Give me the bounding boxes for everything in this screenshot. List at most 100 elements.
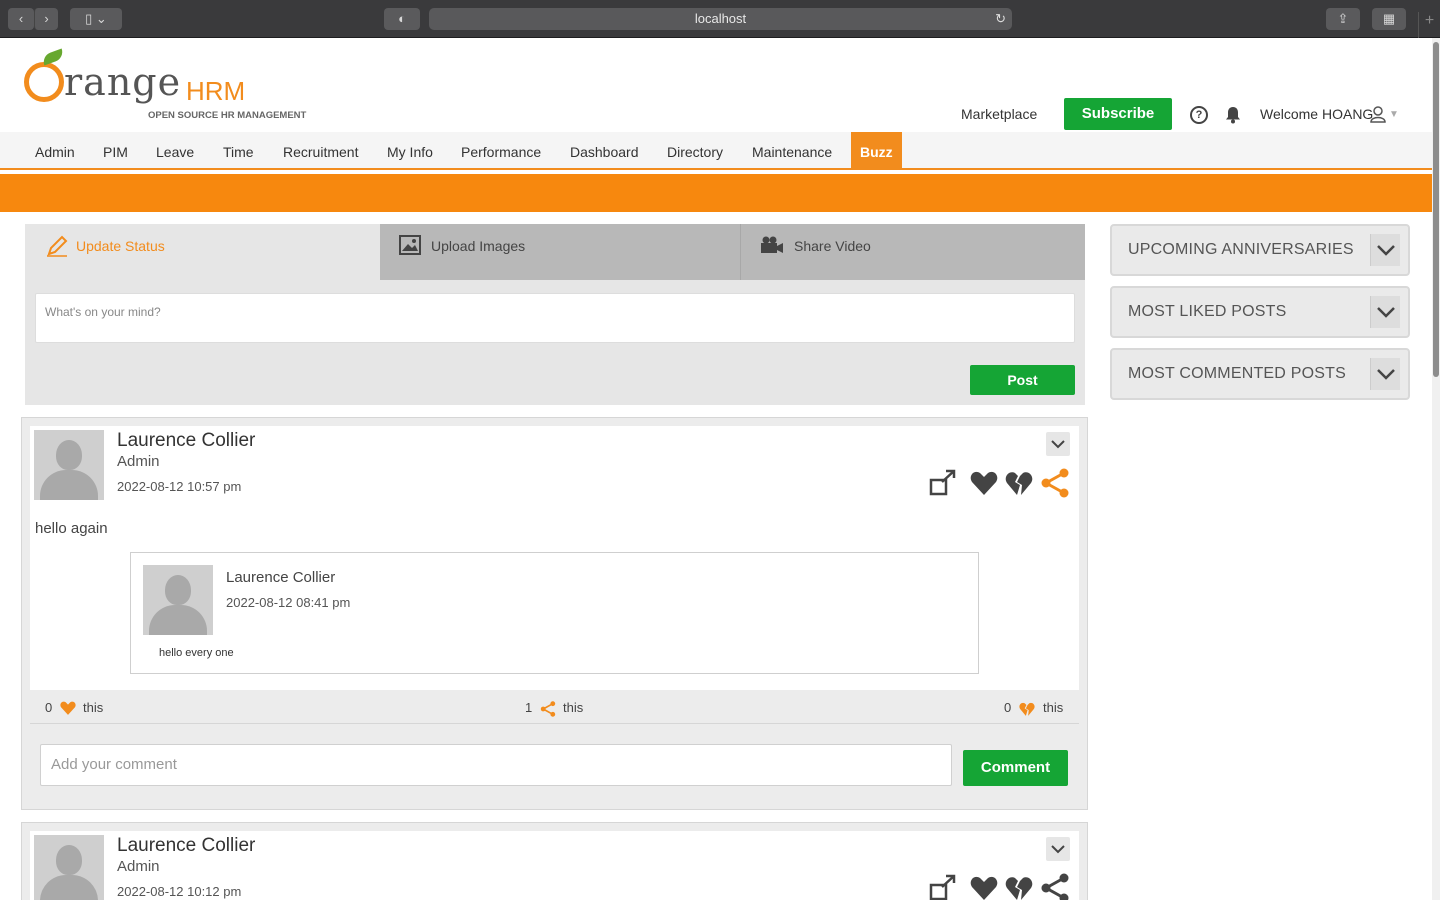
dislike-count: 0: [1004, 700, 1012, 715]
post-options-chevron-icon[interactable]: [1046, 837, 1070, 861]
post-card: Laurence Collier Admin 2022-08-12 10:57 …: [21, 417, 1088, 810]
scrollbar-thumb[interactable]: [1433, 42, 1439, 377]
widget-upcoming-anniversaries[interactable]: UPCOMING ANNIVERSARIES: [1110, 224, 1410, 276]
menu-time[interactable]: Time: [223, 144, 254, 160]
tab-upload-images[interactable]: Upload Images: [380, 224, 740, 280]
post-content: Laurence Collier Admin 2022-08-12 10:12 …: [30, 831, 1079, 900]
avatar[interactable]: [34, 430, 104, 500]
unlike-broken-heart-icon[interactable]: [1005, 875, 1033, 900]
dislike-small-icon[interactable]: [1019, 701, 1035, 717]
comment-input[interactable]: Add your comment: [40, 744, 952, 786]
post-options-chevron-icon[interactable]: [1046, 432, 1070, 456]
menu-recruitment[interactable]: Recruitment: [283, 144, 358, 160]
menu-dashboard[interactable]: Dashboard: [570, 144, 639, 160]
post-content: Laurence Collier Admin 2022-08-12 10:57 …: [30, 426, 1079, 690]
sidebar-toggle-button[interactable]: ▯ ⌄: [70, 8, 122, 30]
share-post-icon[interactable]: [928, 873, 958, 900]
url-text: localhost: [694, 11, 747, 26]
buzz-composer: Update Status Upload Images Share Video: [25, 224, 1085, 405]
chevron-down-icon[interactable]: [1370, 358, 1400, 390]
share-post-icon[interactable]: [928, 468, 958, 498]
avatar[interactable]: [34, 835, 104, 900]
logo-word: range: [64, 60, 182, 104]
share-count: 1: [525, 700, 533, 715]
status-input[interactable]: What's on your mind?: [35, 293, 1075, 343]
tab-upload-images-label: Upload Images: [431, 238, 526, 254]
unlike-broken-heart-icon[interactable]: [1005, 470, 1033, 496]
like-heart-small-icon[interactable]: [60, 700, 76, 716]
menu-pim[interactable]: PIM: [103, 144, 128, 160]
post-author[interactable]: Laurence Collier: [117, 835, 255, 857]
chevron-down-icon[interactable]: [1370, 234, 1400, 266]
avatar[interactable]: [143, 565, 213, 635]
help-icon[interactable]: ?: [1190, 106, 1208, 124]
back-button[interactable]: ‹: [8, 8, 34, 30]
divider: [30, 723, 1079, 724]
like-count: 0: [45, 700, 53, 715]
orangehrm-logo[interactable]: range HRM OPEN SOURCE HR MANAGEMENT: [24, 48, 314, 121]
menu-admin[interactable]: Admin: [35, 144, 75, 160]
chevron-down-icon[interactable]: [1370, 296, 1400, 328]
pencil-icon: [47, 235, 68, 257]
post-date: 2022-08-12 10:57 pm: [117, 479, 242, 494]
image-icon: [399, 235, 421, 255]
reload-icon[interactable]: ↻: [995, 8, 1006, 30]
post-role: Admin: [117, 858, 160, 875]
tab-share-video-label: Share Video: [794, 238, 871, 254]
widget-title: MOST COMMENTED POSTS: [1128, 365, 1346, 382]
menu-performance[interactable]: Performance: [461, 144, 541, 160]
shared-post-date: 2022-08-12 08:41 pm: [226, 595, 351, 610]
logo-tagline: OPEN SOURCE HR MANAGEMENT: [148, 110, 307, 121]
user-menu-caret-icon[interactable]: ▼: [1389, 109, 1399, 120]
tab-share-video[interactable]: Share Video: [740, 224, 1085, 280]
menu-maintenance[interactable]: Maintenance: [752, 144, 832, 160]
logo-hrm: HRM: [186, 76, 246, 106]
widget-most-commented-posts[interactable]: MOST COMMENTED POSTS: [1110, 348, 1410, 400]
menu-my-info[interactable]: My Info: [387, 144, 433, 160]
post-button[interactable]: Post: [970, 365, 1075, 395]
tab-update-status-label: Update Status: [76, 238, 165, 254]
share-nodes-icon[interactable]: [1040, 468, 1070, 498]
share-icon[interactable]: ⇪: [1326, 8, 1360, 30]
share-small-icon[interactable]: [540, 701, 556, 717]
new-tab-icon[interactable]: +: [1418, 12, 1440, 38]
video-camera-icon: [761, 236, 783, 253]
share-nodes-icon[interactable]: [1040, 873, 1070, 900]
forward-button[interactable]: ›: [34, 8, 58, 30]
like-heart-icon[interactable]: [970, 875, 998, 900]
menu-leave[interactable]: Leave: [156, 144, 194, 160]
share-this-label: this: [563, 700, 584, 715]
shared-post-author[interactable]: Laurence Collier: [226, 569, 335, 586]
subscribe-button[interactable]: Subscribe: [1064, 98, 1172, 130]
notification-bell-icon[interactable]: [1225, 106, 1241, 124]
widget-title: MOST LIKED POSTS: [1128, 303, 1287, 320]
page: range HRM OPEN SOURCE HR MANAGEMENT Mark…: [0, 38, 1432, 900]
like-heart-icon[interactable]: [970, 470, 998, 496]
logo-leaf: [40, 48, 66, 66]
browser-toolbar: ‹ › ▯ ⌄ ◐ localhost ↻ ⇪ ▦ +: [0, 0, 1440, 38]
submenu-band: [0, 174, 1432, 212]
shared-post-text: hello every one: [159, 647, 234, 659]
menu-buzz[interactable]: Buzz: [851, 132, 902, 170]
logo-o-mark: [24, 62, 64, 102]
page-scrollbar[interactable]: [1432, 38, 1440, 900]
user-icon[interactable]: [1370, 105, 1386, 123]
menu-directory[interactable]: Directory: [667, 144, 723, 160]
post-card: Laurence Collier Admin 2022-08-12 10:12 …: [21, 822, 1088, 900]
post-author[interactable]: Laurence Collier: [117, 430, 255, 452]
dislike-this-label: this: [1043, 700, 1064, 715]
tab-update-status[interactable]: Update Status: [25, 224, 380, 280]
main-menu: Admin PIM Leave Time Recruitment My Info…: [0, 132, 1432, 170]
shared-post: Laurence Collier 2022-08-12 08:41 pm hel…: [130, 552, 979, 674]
address-bar[interactable]: localhost ↻: [429, 8, 1012, 30]
post-date: 2022-08-12 10:12 pm: [117, 884, 242, 899]
composer-tabs: Update Status Upload Images Share Video: [25, 224, 1085, 280]
tabs-overview-icon[interactable]: ▦: [1372, 8, 1406, 30]
welcome-label[interactable]: Welcome HOANG: [1260, 106, 1373, 122]
post-text: hello again: [35, 520, 108, 537]
privacy-icon[interactable]: ◐: [384, 8, 420, 30]
comment-button[interactable]: Comment: [963, 750, 1068, 786]
post-role: Admin: [117, 453, 160, 470]
like-this-label: this: [83, 700, 104, 715]
widget-most-liked-posts[interactable]: MOST LIKED POSTS: [1110, 286, 1410, 338]
